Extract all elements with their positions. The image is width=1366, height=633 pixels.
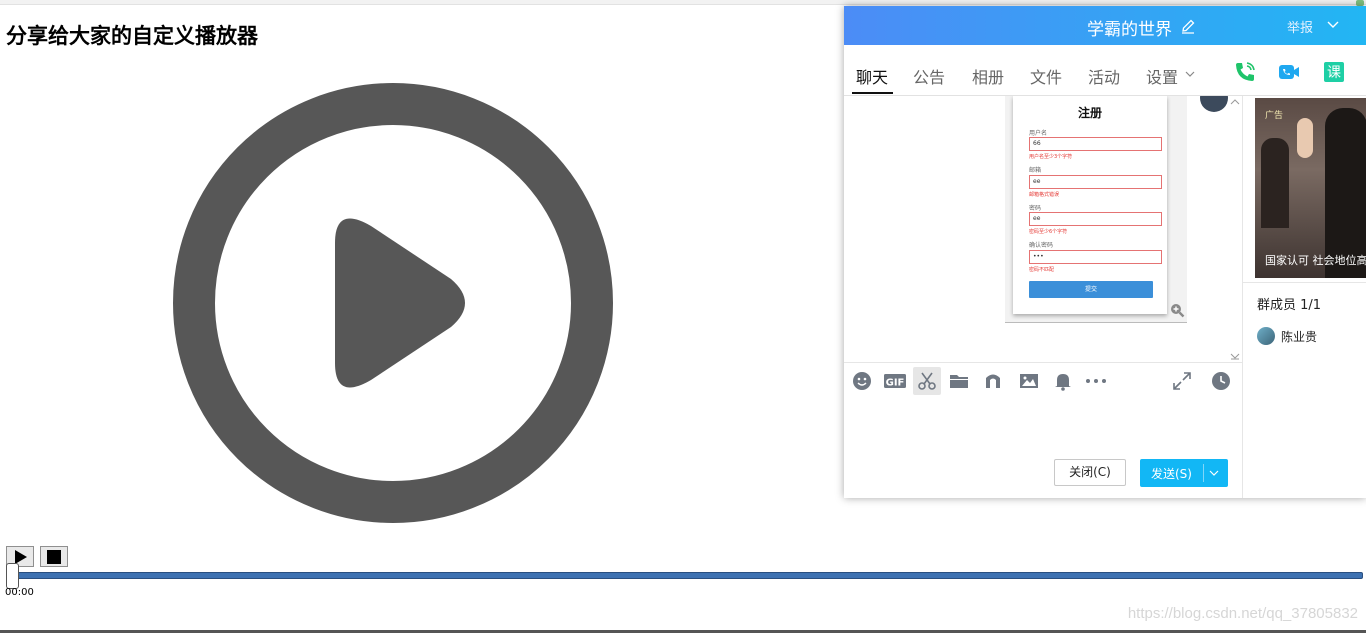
side-panel: 广告 国家认可 社会地位高 群成员 1/1 陈业贵 bbox=[1242, 96, 1366, 498]
send-options-chevron-icon[interactable] bbox=[1209, 468, 1219, 478]
chevron-down-icon[interactable] bbox=[1326, 18, 1340, 32]
scroll-up-icon[interactable] bbox=[1230, 98, 1240, 106]
ad-figure bbox=[1261, 138, 1289, 228]
ad-banner[interactable]: 广告 国家认可 社会地位高 bbox=[1255, 98, 1366, 278]
message-image[interactable]: 注册 用户名 66 用户名至少3个字符 邮箱 ee 邮箱格式错误 密码 ee 密… bbox=[1005, 96, 1187, 323]
video-call-icon[interactable] bbox=[1277, 60, 1301, 84]
active-tab-indicator bbox=[852, 92, 893, 94]
settings-chevron-icon[interactable] bbox=[1185, 69, 1195, 79]
field-input: 66 bbox=[1029, 137, 1162, 151]
gif-label: GIF bbox=[886, 378, 905, 389]
field-input: ee bbox=[1029, 212, 1162, 226]
tab-announcement[interactable]: 公告 bbox=[913, 64, 945, 88]
more-icon[interactable] bbox=[1084, 371, 1108, 391]
expand-icon[interactable] bbox=[1172, 371, 1192, 391]
page-title: 分享给大家的自定义播放器 bbox=[6, 24, 258, 48]
group-name: 学霸的世界 bbox=[1087, 20, 1172, 40]
tab-activity[interactable]: 活动 bbox=[1088, 64, 1120, 88]
gif-icon[interactable]: GIF bbox=[884, 371, 906, 391]
tab-chat[interactable]: 聊天 bbox=[856, 64, 888, 88]
member-name[interactable]: 陈业贵 bbox=[1281, 328, 1317, 345]
report-link[interactable]: 举报 bbox=[1287, 17, 1313, 36]
edit-pencil-icon[interactable] bbox=[1180, 18, 1196, 34]
bell-icon[interactable] bbox=[1053, 371, 1073, 391]
ad-badge: 广告 bbox=[1265, 111, 1284, 121]
folder-icon[interactable] bbox=[949, 371, 969, 391]
send-button[interactable]: 发送(S) bbox=[1140, 459, 1228, 487]
phone-icon[interactable] bbox=[1233, 60, 1257, 84]
stop-icon bbox=[47, 549, 61, 564]
field-label: 密码 bbox=[1029, 205, 1042, 212]
big-play-icon[interactable] bbox=[173, 83, 613, 523]
history-icon[interactable] bbox=[1211, 371, 1231, 391]
message-avatar bbox=[1200, 96, 1228, 112]
form-title: 注册 bbox=[1077, 106, 1102, 120]
play-icon bbox=[15, 549, 27, 564]
form-submit-button: 提交 bbox=[1029, 281, 1153, 298]
image-icon[interactable] bbox=[1019, 371, 1039, 391]
field-error: 密码不匹配 bbox=[1029, 267, 1055, 273]
class-icon[interactable]: 课 bbox=[1322, 60, 1346, 84]
class-label: 课 bbox=[1327, 65, 1341, 81]
send-divider bbox=[1203, 464, 1204, 482]
stop-button[interactable] bbox=[40, 546, 68, 567]
top-divider bbox=[0, 0, 1366, 5]
ad-figure bbox=[1297, 118, 1313, 158]
field-label: 用户名 bbox=[1029, 130, 1048, 137]
field-input: ••• bbox=[1029, 250, 1162, 264]
watermark: https://blog.csdn.net/qq_37805832 bbox=[1127, 605, 1358, 622]
emoji-icon[interactable] bbox=[852, 371, 872, 391]
send-label: 发送(S) bbox=[1151, 467, 1192, 481]
field-error: 邮箱格式错误 bbox=[1029, 192, 1060, 198]
message-area: 注册 用户名 66 用户名至少3个字符 邮箱 ee 邮箱格式错误 密码 ee 密… bbox=[844, 96, 1242, 362]
field-label: 邮箱 bbox=[1029, 167, 1042, 174]
current-time: 00:00 bbox=[5, 587, 34, 598]
music-icon[interactable] bbox=[983, 371, 1003, 391]
progress-bar[interactable] bbox=[10, 572, 1363, 579]
scissors-icon[interactable] bbox=[917, 371, 937, 391]
input-toolbar: GIF bbox=[844, 362, 1242, 399]
chat-header: 学霸的世界 举报 bbox=[844, 6, 1366, 45]
field-error: 密码至少6个字符 bbox=[1029, 229, 1068, 235]
tab-files[interactable]: 文件 bbox=[1030, 64, 1062, 88]
members-title: 群成员 1/1 bbox=[1257, 298, 1322, 313]
field-error: 用户名至少3个字符 bbox=[1029, 154, 1073, 160]
scroll-down-icon[interactable] bbox=[1230, 352, 1240, 360]
field-label: 确认密码 bbox=[1029, 242, 1054, 249]
tab-album[interactable]: 相册 bbox=[972, 64, 1004, 88]
chat-window: 学霸的世界 举报 聊天 公告 相册 文件 活动 设置 课 注册 用户名 66 用… bbox=[844, 6, 1366, 498]
register-form-screenshot: 注册 用户名 66 用户名至少3个字符 邮箱 ee 邮箱格式错误 密码 ee 密… bbox=[1013, 96, 1167, 314]
close-button[interactable]: 关闭(C) bbox=[1054, 459, 1126, 486]
ad-caption: 国家认可 社会地位高 bbox=[1265, 254, 1366, 267]
zoom-in-icon[interactable] bbox=[1169, 302, 1185, 318]
field-input: ee bbox=[1029, 175, 1162, 189]
members-divider bbox=[1243, 282, 1366, 283]
chat-tabs: 聊天 公告 相册 文件 活动 设置 课 bbox=[844, 45, 1366, 96]
avatar[interactable] bbox=[1257, 327, 1275, 345]
progress-handle[interactable] bbox=[6, 563, 19, 589]
page: 分享给大家的自定义播放器 00:00 https://blog.csdn.net… bbox=[0, 0, 1366, 633]
tab-settings[interactable]: 设置 bbox=[1146, 64, 1178, 88]
